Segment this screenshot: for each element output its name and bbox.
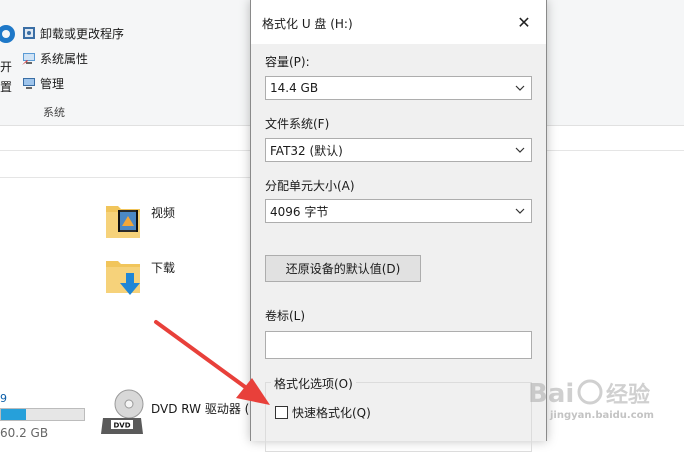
dialog-title: 格式化 U 盘 (H:) — [262, 17, 353, 31]
system-properties-label: 系统属性 — [40, 51, 89, 66]
manage-label: 管理 — [40, 76, 65, 91]
quick-format-label: 快速格式化(Q) — [292, 406, 371, 420]
volume-label-input[interactable] — [265, 331, 532, 359]
svg-text:Bai: Bai — [528, 379, 574, 409]
chevron-down-icon — [509, 139, 531, 161]
allocation-unit-select[interactable]: 4096 字节 — [265, 199, 532, 223]
dvd-drive-icon[interactable]: DVD — [101, 388, 145, 438]
filesystem-value: FAT32 (默认) — [270, 143, 343, 158]
drive-size-text: 60.2 GB — [0, 426, 49, 440]
downloads-folder-icon[interactable] — [104, 255, 144, 297]
videos-folder-icon[interactable] — [104, 200, 144, 242]
allocation-unit-label: 分配单元大小(A) — [265, 179, 355, 193]
ribbon-partial-label-settings[interactable]: 置 — [0, 78, 12, 95]
ribbon-group-label: 系统 — [43, 106, 65, 119]
dialog-titlebar[interactable]: 格式化 U 盘 (H:) ✕ — [251, 0, 546, 44]
svg-text:jingyan.baidu.com: jingyan.baidu.com — [549, 410, 654, 421]
uninstall-program-button[interactable]: 卸载或更改程序 — [22, 23, 124, 43]
checkbox-icon[interactable] — [275, 406, 288, 419]
videos-folder-label[interactable]: 视频 — [151, 204, 175, 221]
filesystem-label: 文件系统(F) — [265, 117, 330, 131]
allocation-unit-value: 4096 字节 — [270, 204, 329, 219]
drive-usage-bar — [0, 408, 85, 421]
drive-partial-label: 9 — [0, 392, 7, 405]
svg-text:DVD: DVD — [113, 422, 130, 430]
baidu-watermark-logo: Bai 经验 jingyan.baidu.com — [528, 374, 678, 441]
dvd-drive-label[interactable]: DVD RW 驱动器 ( — [151, 400, 249, 417]
uninstall-icon — [23, 27, 35, 39]
manage-button[interactable]: 管理 — [22, 73, 64, 93]
restore-defaults-button[interactable]: 还原设备的默认值(D) — [265, 255, 421, 282]
restore-defaults-label: 还原设备的默认值(D) — [285, 262, 401, 276]
close-icon: ✕ — [517, 12, 531, 32]
uninstall-program-label: 卸载或更改程序 — [40, 26, 125, 41]
volume-label-label: 卷标(L) — [265, 309, 306, 323]
format-options-label: 格式化选项(O) — [271, 375, 356, 392]
format-dialog: 格式化 U 盘 (H:) ✕ 容量(P): 14.4 GB 文件系统(F) FA… — [250, 0, 547, 452]
filesystem-select[interactable]: FAT32 (默认) — [265, 138, 532, 162]
close-button[interactable]: ✕ — [508, 8, 540, 36]
quick-format-checkbox[interactable]: 快速格式化(Q) — [275, 404, 371, 421]
drive-usage-fill — [1, 409, 26, 420]
system-properties-icon — [22, 53, 35, 65]
capacity-select[interactable]: 14.4 GB — [265, 76, 532, 100]
chevron-down-icon — [509, 200, 531, 222]
section-divider — [0, 177, 250, 178]
system-properties-button[interactable]: 系统属性 — [22, 48, 88, 68]
manage-icon — [23, 78, 35, 89]
svg-text:经验: 经验 — [606, 382, 650, 408]
ribbon-partial-label-open[interactable]: 开 — [0, 58, 12, 75]
chevron-down-icon — [509, 77, 531, 99]
downloads-folder-label[interactable]: 下载 — [151, 259, 175, 276]
capacity-value: 14.4 GB — [270, 81, 319, 95]
settings-gear-icon[interactable] — [0, 20, 18, 50]
capacity-label: 容量(P): — [265, 55, 310, 69]
